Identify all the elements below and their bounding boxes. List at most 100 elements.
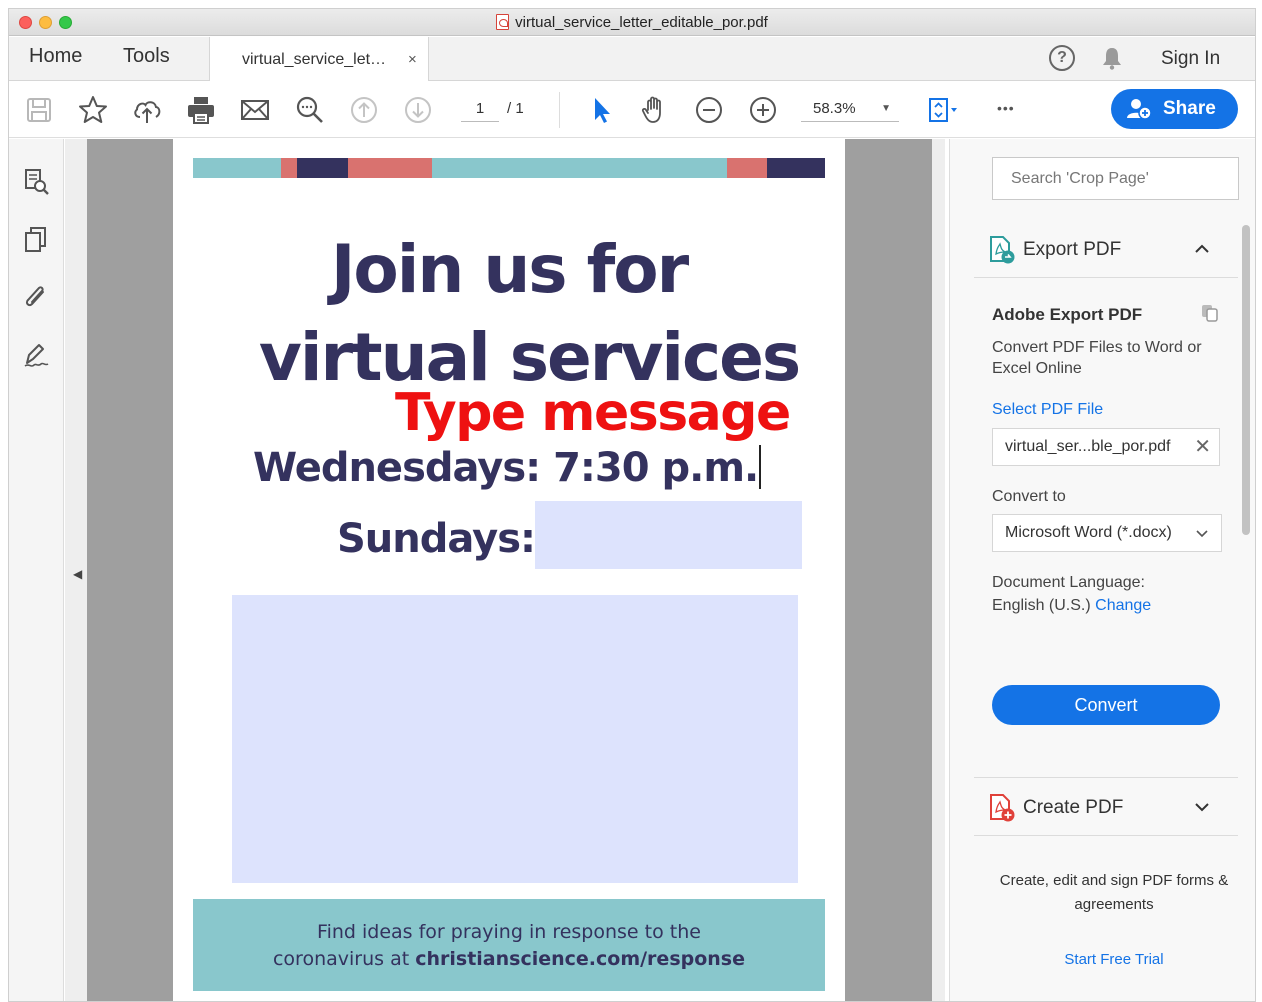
tab-document[interactable]: virtual_service_let… × bbox=[209, 37, 429, 81]
window-title: virtual_service_letter_editable_por.pdf bbox=[9, 14, 1255, 31]
tools-pane: Search 'Crop Page' Export PDF Adobe Expo… bbox=[949, 139, 1255, 1001]
star-icon[interactable] bbox=[77, 94, 109, 126]
chevron-down-icon bbox=[1195, 803, 1209, 812]
zoom-in-icon[interactable] bbox=[747, 94, 779, 126]
tab-bar: Home Tools virtual_service_let… × ? Sign… bbox=[9, 37, 1255, 81]
document-tab-label: virtual_service_let… bbox=[242, 51, 387, 68]
select-pdf-file-link[interactable]: Select PDF File bbox=[992, 401, 1103, 419]
stripe-segment bbox=[727, 158, 767, 178]
headline-line-1: Join us for bbox=[330, 231, 689, 308]
toolbar-divider bbox=[559, 92, 560, 128]
type-message-text[interactable]: Type message bbox=[395, 383, 791, 443]
search-zoom-icon[interactable] bbox=[294, 94, 326, 126]
copy-pages-icon[interactable] bbox=[23, 225, 49, 253]
wednesday-time-text: Wednesdays: 7:30 p.m. bbox=[253, 445, 759, 491]
zoom-level-select[interactable]: 58.3% ▼ bbox=[801, 96, 899, 122]
selected-file-name: virtual_ser...ble_por.pdf bbox=[1005, 438, 1171, 455]
adobe-export-pdf-title: Adobe Export PDF bbox=[992, 305, 1143, 324]
signature-icon[interactable] bbox=[23, 341, 49, 369]
message-form-field[interactable] bbox=[232, 595, 798, 883]
change-language-link[interactable]: Change bbox=[1095, 597, 1151, 614]
email-icon[interactable] bbox=[239, 94, 271, 126]
export-pdf-title: Export PDF bbox=[1023, 239, 1122, 260]
chevron-up-icon bbox=[1195, 244, 1209, 253]
sundays-label: Sundays: bbox=[337, 516, 536, 562]
tools-search-input[interactable]: Search 'Crop Page' bbox=[992, 157, 1239, 200]
title-bar: virtual_service_letter_editable_por.pdf bbox=[9, 9, 1255, 36]
copy-icon[interactable] bbox=[1200, 303, 1220, 323]
window-title-text: virtual_service_letter_editable_por.pdf bbox=[515, 14, 768, 31]
convert-format-select[interactable]: Microsoft Word (*.docx) bbox=[992, 514, 1222, 552]
stripe-segment bbox=[348, 158, 432, 178]
convert-to-label: Convert to bbox=[992, 488, 1066, 505]
create-pdf-header[interactable]: Create PDF bbox=[974, 783, 1230, 835]
stripe-segment bbox=[281, 158, 297, 178]
footer-line-2: coronavirus at christianscience.com/resp… bbox=[193, 946, 825, 973]
more-tools-icon[interactable]: ••• bbox=[997, 100, 1015, 116]
page-up-icon[interactable] bbox=[348, 94, 380, 126]
create-pdf-title: Create PDF bbox=[1023, 797, 1124, 818]
convert-format-value: Microsoft Word (*.docx) bbox=[1005, 524, 1172, 541]
page-down-icon[interactable] bbox=[402, 94, 434, 126]
collapse-left-panel-icon[interactable]: ◀ bbox=[73, 567, 82, 581]
selected-file-field[interactable]: virtual_ser...ble_por.pdf ✕ bbox=[992, 428, 1220, 466]
chevron-down-icon bbox=[1196, 530, 1208, 538]
print-icon[interactable] bbox=[185, 94, 217, 126]
text-cursor bbox=[759, 445, 762, 489]
close-tab-button[interactable]: × bbox=[408, 51, 417, 68]
cloud-upload-icon[interactable] bbox=[131, 94, 163, 126]
footer-line-1: Find ideas for praying in response to th… bbox=[317, 921, 701, 943]
footer-link[interactable]: christianscience.com/response bbox=[415, 948, 745, 970]
sign-in-link[interactable]: Sign In bbox=[1161, 48, 1220, 70]
toolbar: 1 / 1 58.3% ▼ ••• Share bbox=[9, 82, 1255, 138]
footer-banner: Find ideas for praying in response to th… bbox=[193, 899, 825, 991]
save-icon[interactable] bbox=[23, 94, 55, 126]
chevron-down-icon: ▼ bbox=[881, 103, 891, 114]
export-description: Convert PDF Files to Word or Excel Onlin… bbox=[992, 339, 1202, 377]
document-language: Document Language: English (U.S.) Change bbox=[992, 571, 1151, 617]
section-divider bbox=[974, 277, 1238, 278]
section-divider bbox=[974, 777, 1238, 778]
tab-tools[interactable]: Tools bbox=[123, 45, 170, 68]
share-button[interactable]: Share bbox=[1111, 89, 1238, 129]
stripe-segment bbox=[432, 158, 727, 178]
document-language-value: English (U.S.) bbox=[992, 597, 1091, 614]
acrobat-window: virtual_service_letter_editable_por.pdf … bbox=[8, 8, 1256, 1002]
select-arrow-icon[interactable] bbox=[585, 94, 617, 126]
decorative-stripe bbox=[193, 158, 825, 178]
pdf-page: Join us for virtual services Type messag… bbox=[173, 139, 845, 1001]
left-rail bbox=[9, 139, 64, 1001]
page-total: / 1 bbox=[507, 100, 524, 117]
stripe-segment bbox=[193, 158, 281, 178]
zoom-level-value: 58.3% bbox=[813, 100, 856, 117]
hand-icon[interactable] bbox=[639, 94, 671, 126]
sunday-time-form-field[interactable] bbox=[535, 501, 802, 569]
notifications-bell-icon[interactable] bbox=[1101, 46, 1123, 70]
zoom-out-icon[interactable] bbox=[693, 94, 725, 126]
document-viewer[interactable]: ◀ Join us for virtual services Type mess… bbox=[65, 139, 970, 1001]
convert-button[interactable]: Convert bbox=[992, 685, 1220, 725]
fit-page-icon[interactable] bbox=[925, 94, 957, 126]
create-pdf-icon bbox=[990, 794, 1015, 822]
pdf-file-icon bbox=[496, 14, 510, 30]
footer-prefix: coronavirus at bbox=[272, 948, 416, 970]
create-pdf-description: Create, edit and sign PDF forms & agreem… bbox=[999, 872, 1229, 913]
remove-file-icon[interactable]: ✕ bbox=[1194, 429, 1211, 465]
page-number-input[interactable]: 1 bbox=[461, 96, 499, 122]
export-pdf-icon bbox=[990, 236, 1015, 264]
stripe-segment bbox=[767, 158, 825, 178]
page-thumbnails-icon[interactable] bbox=[23, 167, 49, 195]
start-free-trial-link[interactable]: Start Free Trial bbox=[974, 951, 1254, 968]
page-gutter-left bbox=[87, 139, 173, 1001]
wednesday-time-field[interactable]: Wednesdays: 7:30 p.m. bbox=[253, 445, 762, 491]
tab-home[interactable]: Home bbox=[29, 45, 82, 68]
export-pdf-header[interactable]: Export PDF bbox=[974, 225, 1230, 277]
stripe-segment bbox=[297, 158, 348, 178]
attachment-icon[interactable] bbox=[23, 283, 49, 311]
share-button-label: Share bbox=[1163, 98, 1216, 119]
add-user-icon bbox=[1127, 99, 1151, 120]
page-gutter-right bbox=[845, 139, 932, 1001]
panel-scrollbar[interactable] bbox=[1242, 225, 1250, 535]
help-icon[interactable]: ? bbox=[1049, 45, 1075, 71]
document-language-label: Document Language: bbox=[992, 574, 1145, 591]
